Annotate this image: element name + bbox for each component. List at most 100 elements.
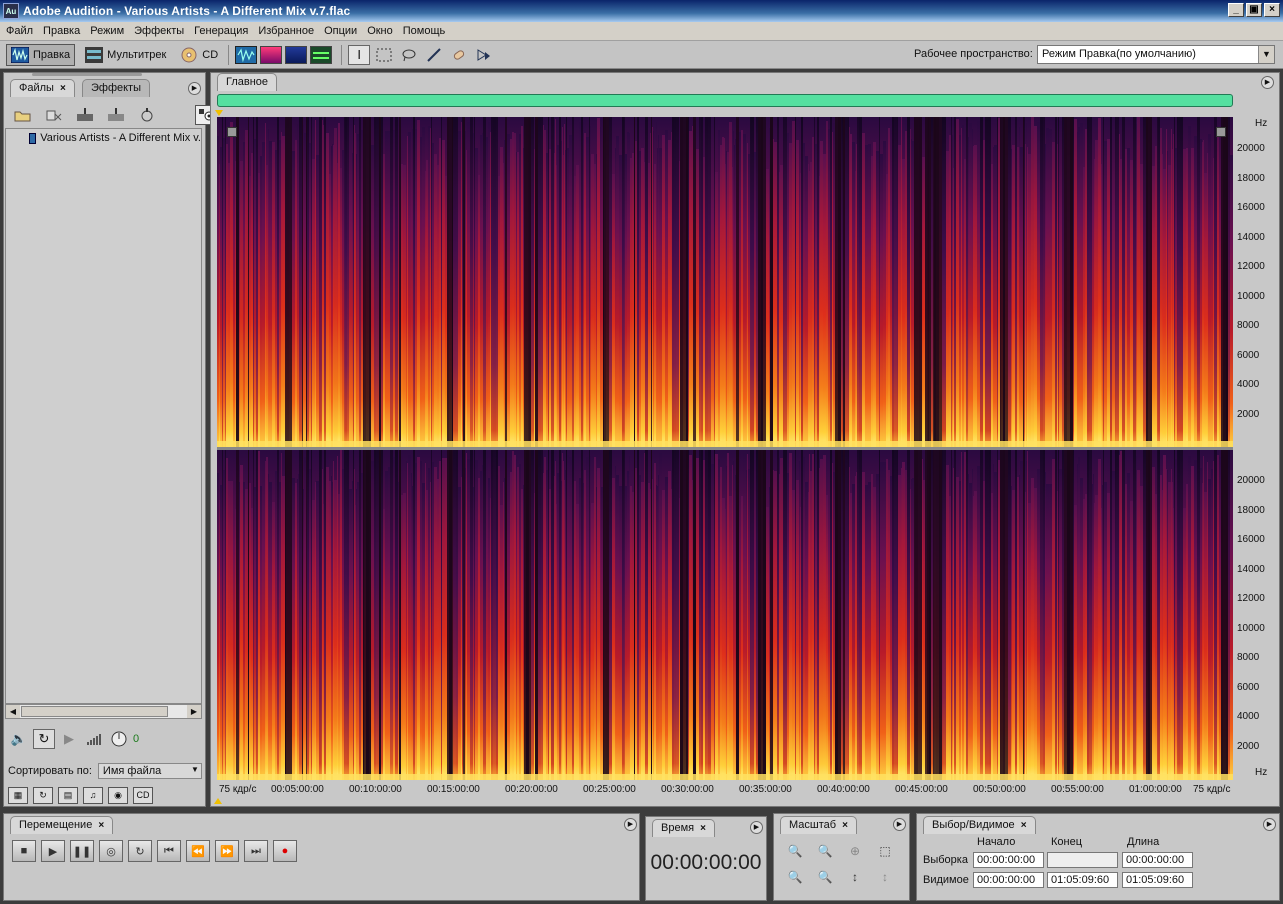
scroll-left-icon[interactable]: ◀ [6,705,20,718]
stop-button[interactable]: ■ [12,840,36,862]
menu-view[interactable]: Режим [90,25,124,37]
close-icon[interactable]: × [98,820,104,831]
close-icon[interactable]: × [700,823,706,834]
close-window-button[interactable]: × [1264,3,1280,17]
close-icon[interactable]: × [1021,820,1027,831]
restore-button[interactable]: ▣ [1246,3,1262,17]
zoom-out-vertical-icon[interactable]: ↕ [875,867,895,887]
scrub-tool-icon[interactable] [473,45,495,65]
panel-menu-icon[interactable]: ▶ [893,818,906,831]
panel-menu-icon[interactable]: ▶ [1263,818,1276,831]
menu-generate[interactable]: Генерация [194,25,248,37]
filter-video-icon[interactable]: ▤ [58,787,78,804]
workspace-select[interactable]: Режим Правка(по умолчанию) ▼ [1037,45,1275,64]
waveform-display-button[interactable] [235,45,258,64]
loop-icon[interactable]: ↻ [33,729,55,749]
zoom-to-selection-icon[interactable]: ⬚ [875,841,895,861]
fast-forward-button[interactable]: ⏩ [215,840,239,862]
menu-edit[interactable]: Правка [43,25,80,37]
spectral-phase-display-button[interactable] [310,45,333,64]
go-to-start-button[interactable]: ⏮ [157,840,181,862]
play-to-end-button[interactable]: ◎ [99,840,123,862]
panel-menu-icon[interactable]: ▶ [188,82,201,95]
menu-help[interactable]: Помощь [403,25,446,37]
selection-length-field[interactable]: 00:00:00:00 [1122,852,1193,868]
loop-play-button[interactable]: ↻ [128,840,152,862]
close-icon[interactable]: × [60,83,66,94]
marquee-tool-icon[interactable] [373,45,395,65]
menu-favorites[interactable]: Избранное [258,25,314,37]
open-file-icon[interactable] [12,105,34,125]
filter-options-icon[interactable]: ◉ [108,787,128,804]
spectral-pan-display-button[interactable] [285,45,308,64]
tab-files[interactable]: Файлы × [10,79,75,97]
zoom-left-edge-icon[interactable]: 🔍 [785,867,805,887]
zoom-right-edge-icon[interactable]: 🔍 [815,867,835,887]
insert-multitrack-icon[interactable] [74,105,96,125]
cd-view-button[interactable]: CD [176,44,222,66]
filter-midi-icon[interactable]: ♫ [83,787,103,804]
panel-menu-icon[interactable]: ▶ [1261,76,1274,89]
record-to-file-icon[interactable] [136,105,158,125]
time-selection-tool-icon[interactable]: I [348,44,371,65]
zoom-in-horizontal-icon[interactable]: 🔍 [785,841,805,861]
play-preview-icon[interactable]: ▶ [58,729,80,749]
go-to-end-button[interactable]: ⏭ [244,840,268,862]
filter-loops-icon[interactable]: ↻ [33,787,53,804]
insert-cd-list-icon[interactable] [105,105,127,125]
menu-file[interactable]: Файл [6,25,33,37]
list-item[interactable]: Various Artists - A Different Mix v. [6,129,201,144]
play-button[interactable]: ▶ [41,840,65,862]
tab-main[interactable]: Главное [217,73,278,91]
filter-cd-icon[interactable]: CD [133,787,153,804]
panel-menu-icon[interactable]: ▶ [624,818,637,831]
scroll-right-icon[interactable]: ▶ [187,705,201,718]
view-length-field[interactable]: 01:05:09:60 [1122,872,1193,888]
sort-select[interactable]: Имя файла ▼ [97,763,202,779]
overview-bar[interactable] [217,94,1233,107]
spot-healing-tool-icon[interactable] [448,45,470,65]
chevron-down-icon[interactable]: ▼ [1258,46,1274,63]
selection-end-field[interactable] [1047,852,1118,868]
view-end-field[interactable]: 01:05:09:60 [1047,872,1118,888]
view-start-field[interactable]: 00:00:00:00 [973,872,1044,888]
zoom-full-icon[interactable]: ⊕ [845,841,865,861]
selection-start-field[interactable]: 00:00:00:00 [973,852,1044,868]
record-button[interactable]: ● [273,840,297,862]
menu-options[interactable]: Опции [324,25,357,37]
minimize-button[interactable]: _ [1228,3,1244,17]
frequency-ruler: Hz 20000 18000 16000 14000 12000 10000 8000 6000… [1233,117,1275,780]
spectrogram-display[interactable] [217,117,1233,780]
tab-time[interactable]: Время × [652,819,715,837]
rewind-button[interactable]: ⏪ [186,840,210,862]
tab-effects[interactable]: Эффекты [82,79,151,97]
scroll-thumb[interactable] [21,706,168,717]
zoom-corner-left-icon[interactable] [227,127,237,137]
panel-menu-icon[interactable]: ▶ [750,821,763,834]
spectral-display-button[interactable] [260,45,283,64]
zoom-corner-right-icon[interactable] [1216,127,1226,137]
tab-selection-view[interactable]: Выбор/Видимое × [923,816,1036,834]
close-file-icon[interactable] [43,105,65,125]
zoom-in-vertical-icon[interactable]: ↕ [845,867,865,887]
filter-audio-icon[interactable]: ▦ [8,787,28,804]
pause-button[interactable]: ❚❚ [70,840,94,862]
time-ruler[interactable]: 75 кдр/с 00:05:00:00 00:10:00:00 00:15:00:0… [217,780,1233,798]
brush-tool-icon[interactable] [423,45,445,65]
zoom-out-horizontal-icon[interactable]: 🔍 [815,841,835,861]
menu-window[interactable]: Окно [367,25,393,37]
tab-zoom[interactable]: Масштаб × [780,816,857,834]
menu-effects[interactable]: Эффекты [134,25,184,37]
lasso-tool-icon[interactable] [398,45,420,65]
volume-knob-icon[interactable] [108,729,130,749]
file-list: Various Artists - A Different Mix v. [5,128,202,704]
volume-value: 0 [133,733,140,745]
horizontal-scrollbar[interactable]: ◀ ▶ [5,704,202,719]
close-icon[interactable]: × [842,820,848,831]
tab-selection-label: Выбор/Видимое [932,819,1015,831]
chevron-down-icon[interactable]: ▼ [191,765,199,774]
edit-view-button[interactable]: Правка [6,43,76,66]
speaker-icon[interactable]: 🔈 [8,729,30,749]
tab-transport[interactable]: Перемещение × [10,816,114,834]
multitrack-view-button[interactable]: Мультитрек [81,44,170,66]
